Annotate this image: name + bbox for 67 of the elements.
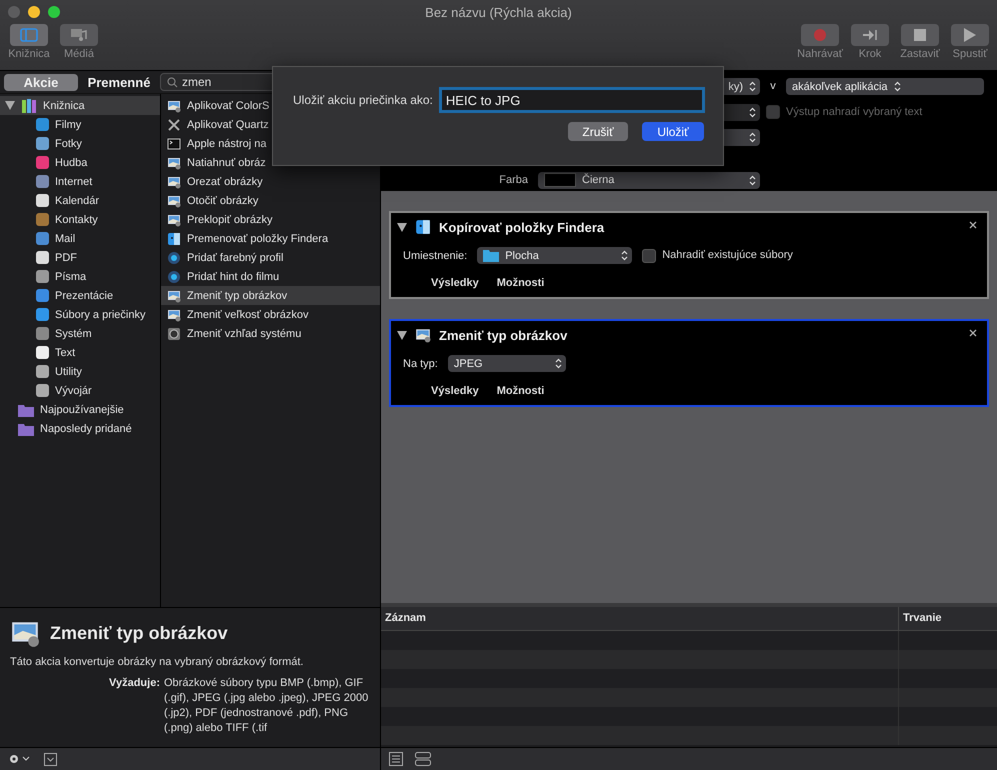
library-item[interactable]: Prezentácie — [0, 286, 160, 305]
library-item[interactable]: Fotky — [0, 134, 160, 153]
library-item[interactable]: Utility — [0, 362, 160, 381]
requires-text: Obrázkové súbory typu BMP (.bmp), GIF (.gif), JPEG (.jpg alebo .jpeg), JPEG 2000 (.jp2), PDF (jednostranové .pdf), PNG (.png) alebo TIFF (.tif — [164, 676, 370, 736]
window-title: Bez názvu (Rýchla akcia) — [425, 4, 572, 20]
library-item[interactable]: Systém — [0, 324, 160, 343]
action-title: Zmeniť typ obrázkov — [439, 328, 568, 342]
action-item[interactable]: Zmeniť veľkosť obrázkov — [161, 305, 380, 324]
action-description: Táto akcia konvertuje obrázky na vybraný obrázkový formát. — [10, 656, 304, 668]
library-item[interactable]: Vývojár — [0, 381, 160, 400]
library-item[interactable]: Kalendár — [0, 191, 160, 210]
library-item[interactable]: Najpoužívanejšie — [0, 400, 160, 419]
action-card[interactable]: Kopírovať položky Findera Umiestnenie: Plocha Nahradiť existujúce súbory Výsledky Možnosti — [389, 211, 989, 299]
library-item[interactable]: Súbory a priečinky — [0, 305, 160, 324]
toolbar-button[interactable]: Krok — [847, 24, 893, 70]
card-tab[interactable]: Možnosti — [496, 385, 544, 397]
field-label: Uložiť akciu priečinka ako: — [293, 93, 433, 107]
toolbar-button[interactable]: Médiá — [56, 24, 102, 70]
field-label: Farba — [499, 172, 528, 188]
library-item[interactable]: Knižnica — [0, 96, 160, 115]
library-item[interactable]: Filmy — [0, 115, 160, 134]
library-item[interactable]: Internet — [0, 172, 160, 191]
card-tab[interactable]: Výsledky — [431, 385, 479, 397]
action-item[interactable]: Apple nástroj na — [161, 134, 380, 153]
tab[interactable]: Premenné — [82, 74, 156, 90]
action-item[interactable]: Preklopiť obrázky — [161, 210, 380, 229]
checkbox-label: Nahradiť existujúce súbory — [662, 248, 793, 263]
field-label: Umiestnenie: — [403, 250, 468, 262]
action-card[interactable]: Zmeniť typ obrázkov Na typ: JPEG Výsledky Možnosti — [389, 319, 989, 407]
tab[interactable]: Akcie — [4, 74, 78, 90]
field-label: Na typ: — [403, 358, 438, 370]
card-tab[interactable]: Výsledky — [431, 277, 479, 289]
action-item[interactable]: Pridať farebný profil — [161, 248, 380, 267]
toolbar-button[interactable]: Nahrávať — [797, 24, 843, 70]
action-item[interactable]: Premenovať položky Findera — [161, 229, 380, 248]
action-item[interactable]: Zmeniť vzhľad systému — [161, 324, 380, 343]
popup-button[interactable]: JPEG — [448, 355, 566, 372]
library-item[interactable]: Písma — [0, 267, 160, 286]
toolbar-button[interactable]: Zastaviť — [897, 24, 943, 70]
action-item[interactable]: Aplikovať Quartz — [161, 115, 380, 134]
field-label: v — [770, 79, 776, 94]
name-field[interactable]: HEIC to JPG — [438, 87, 705, 113]
action-title: Kopírovať položky Findera — [439, 220, 604, 234]
dialog-button[interactable]: Zrušiť — [568, 122, 628, 141]
popup-button[interactable]: Čierna — [538, 172, 760, 188]
popup-button[interactable]: Plocha — [477, 247, 632, 264]
action-item[interactable]: Zmeniť typ obrázkov — [161, 286, 380, 305]
library-item[interactable]: Hudba — [0, 153, 160, 172]
library-item[interactable]: Mail — [0, 229, 160, 248]
card-tab[interactable]: Možnosti — [496, 277, 544, 289]
action-item[interactable]: Natiahnuť obráz — [161, 153, 380, 172]
checkbox-label: Výstup nahradí vybraný text — [786, 104, 922, 120]
action-title: Zmeniť typ obrázkov — [50, 622, 228, 644]
action-item[interactable]: Orezať obrázky — [161, 172, 380, 191]
toolbar-button[interactable]: Spustiť — [947, 24, 993, 70]
library-item[interactable]: Text — [0, 343, 160, 362]
action-item[interactable]: Otočiť obrázky — [161, 191, 380, 210]
column-header[interactable]: Trvanie — [898, 607, 997, 630]
toolbar-button[interactable]: Knižnica — [6, 24, 52, 70]
column-header[interactable]: Záznam — [381, 607, 898, 630]
requires-label: Vyžaduje: — [108, 676, 160, 691]
popup-button[interactable]: akákoľvek aplikácia — [786, 78, 984, 95]
library-item[interactable]: Naposledy pridané — [0, 419, 160, 438]
action-item[interactable]: Pridať hint do filmu — [161, 267, 380, 286]
library-item[interactable]: PDF — [0, 248, 160, 267]
dialog-button[interactable]: Uložiť — [642, 122, 704, 141]
library-item[interactable]: Kontakty — [0, 210, 160, 229]
